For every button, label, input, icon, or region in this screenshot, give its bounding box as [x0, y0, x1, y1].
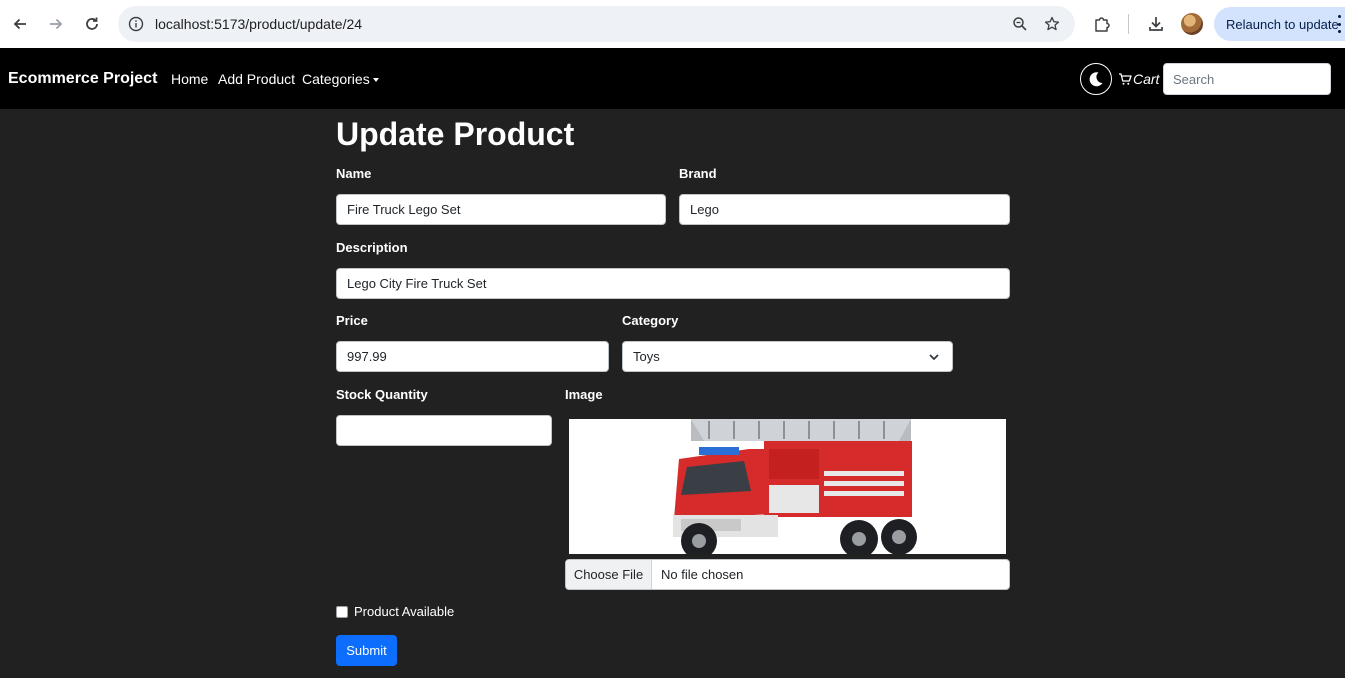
brand-label: Brand	[679, 166, 717, 181]
file-upload-input[interactable]: Choose File No file chosen	[565, 559, 1010, 590]
page-title: Update Product	[336, 116, 575, 152]
zoom-icon[interactable]	[1010, 14, 1030, 34]
navbar-brand[interactable]: Ecommerce Project	[8, 70, 157, 88]
price-field[interactable]	[336, 341, 609, 372]
relaunch-button[interactable]: Relaunch to update	[1214, 7, 1345, 41]
cart-link[interactable]: Cart	[1118, 71, 1159, 87]
price-label: Price	[336, 313, 368, 328]
name-label: Name	[336, 166, 372, 181]
navbar: Ecommerce Project Home Add Product Categ…	[0, 48, 1345, 109]
category-selected-value: Toys	[633, 349, 660, 364]
caret-down-icon	[372, 78, 379, 83]
back-arrow-icon[interactable]	[8, 12, 32, 36]
name-field[interactable]	[336, 194, 666, 225]
download-icon[interactable]	[1144, 12, 1168, 36]
relaunch-label: Relaunch to update	[1226, 16, 1339, 32]
category-select[interactable]: Toys	[622, 341, 953, 372]
chevron-down-icon	[929, 354, 939, 361]
category-label: Category	[622, 313, 679, 328]
cart-icon	[1119, 73, 1132, 85]
site-info-icon[interactable]	[126, 14, 146, 34]
browser-menu-icon[interactable]	[1336, 15, 1342, 33]
description-label: Description	[336, 240, 408, 255]
theme-toggle-button[interactable]	[1080, 63, 1112, 95]
profile-avatar[interactable]	[1181, 13, 1203, 35]
product-image	[569, 419, 1006, 554]
nav-dropdown-categories[interactable]: Categories	[302, 71, 379, 87]
reload-icon[interactable]	[80, 12, 104, 36]
toolbar-divider	[1128, 14, 1129, 34]
categories-label: Categories	[302, 71, 370, 87]
bookmark-star-icon[interactable]	[1042, 14, 1062, 34]
description-field[interactable]	[336, 268, 1010, 299]
address-bar[interactable]: localhost:5173/product/update/24	[118, 6, 1075, 42]
brand-field[interactable]	[679, 194, 1010, 225]
url-text[interactable]: localhost:5173/product/update/24	[155, 16, 362, 32]
choose-file-button[interactable]: Choose File	[566, 560, 652, 589]
fire-truck-image	[673, 419, 917, 554]
browser-toolbar: localhost:5173/product/update/24 Relaunc…	[0, 0, 1345, 48]
stock-quantity-field[interactable]	[336, 415, 552, 446]
stock-quantity-label: Stock Quantity	[336, 387, 428, 402]
moon-icon	[1089, 72, 1103, 87]
product-available-label[interactable]: Product Available	[354, 604, 454, 619]
cart-label: Cart	[1133, 71, 1160, 87]
submit-button[interactable]: Submit	[336, 635, 397, 666]
extensions-puzzle-icon[interactable]	[1090, 12, 1114, 36]
product-available-checkbox[interactable]	[336, 606, 348, 618]
search-input[interactable]	[1163, 63, 1331, 95]
forward-arrow-icon[interactable]	[44, 12, 68, 36]
nav-link-home[interactable]: Home	[171, 71, 208, 87]
file-status-text: No file chosen	[661, 567, 744, 582]
nav-link-add-product[interactable]: Add Product	[218, 71, 295, 87]
image-label: Image	[565, 387, 603, 402]
